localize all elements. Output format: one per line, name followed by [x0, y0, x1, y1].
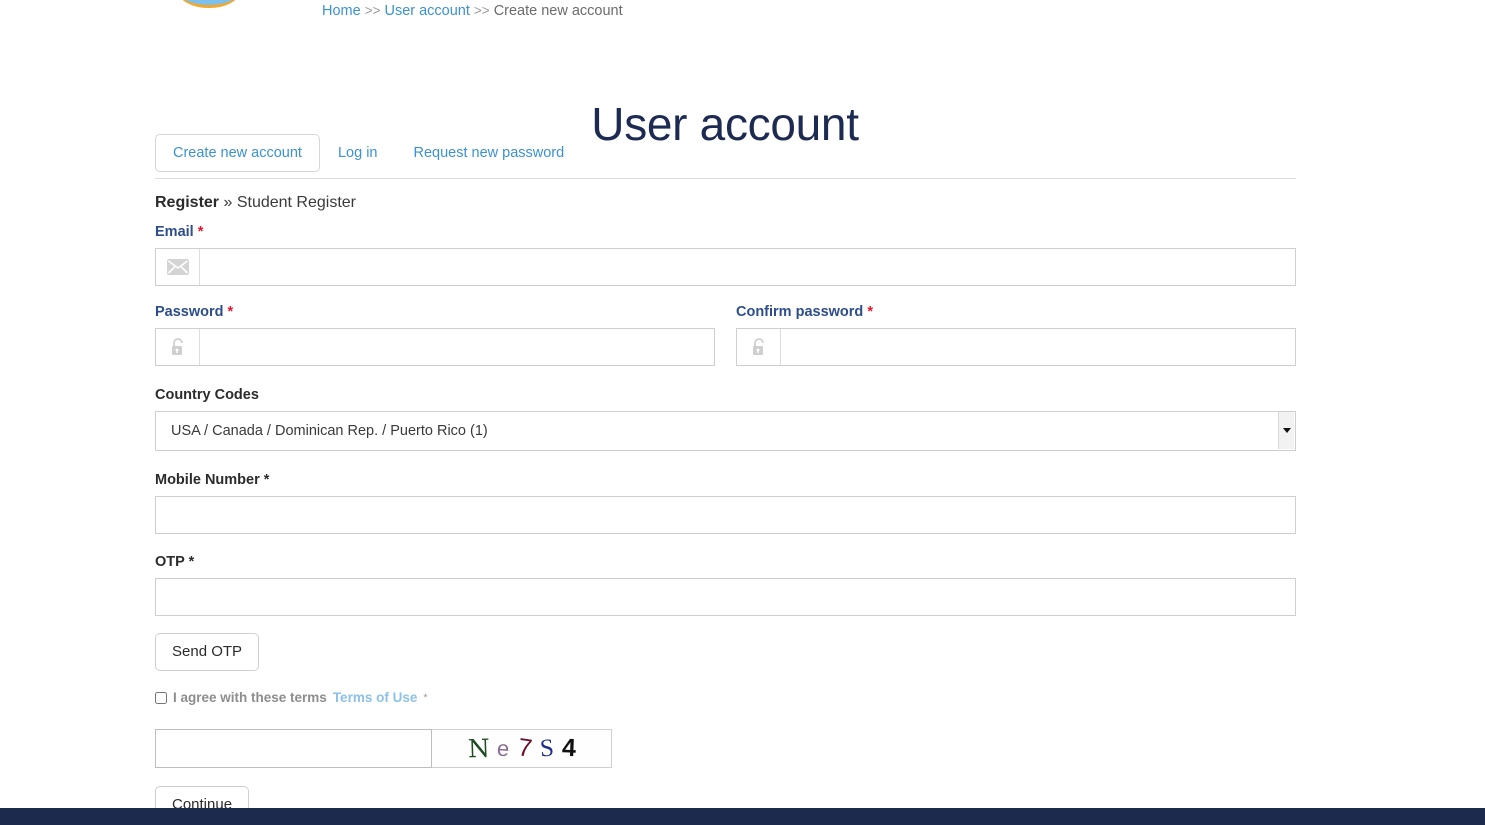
password-label: Password * [155, 302, 715, 322]
country-codes-label: Country Codes [155, 387, 259, 403]
breadcrumb-link-user-account[interactable]: User account [384, 3, 469, 19]
mobile-number-group: Mobile Number * [155, 470, 1296, 534]
site-logo[interactable] [178, 0, 240, 12]
captcha-char-5: 4 [561, 733, 576, 763]
lock-icon [737, 329, 781, 365]
breadcrumb-separator: >> [364, 3, 381, 18]
tab-log-in[interactable]: Log in [320, 134, 396, 172]
tab-create-new-account[interactable]: Create new account [155, 134, 320, 172]
country-codes-group: Country Codes USA / Canada / Dominican R… [155, 385, 1296, 451]
confirm-password-label-text: Confirm password [736, 304, 864, 320]
otp-label: OTP * [155, 554, 195, 570]
mobile-number-input[interactable] [155, 496, 1296, 534]
password-row: Password * Confirm password * [155, 302, 1296, 366]
email-input[interactable] [200, 250, 1295, 284]
password-required-asterisk: * [227, 304, 234, 320]
lock-icon [156, 329, 200, 365]
register-heading-strong: Register [155, 194, 220, 211]
captcha-char-4: S [538, 734, 555, 762]
footer-bar [0, 808, 1485, 825]
send-otp-row: Send OTP [155, 633, 1296, 671]
country-codes-select-wrap[interactable]: USA / Canada / Dominican Rep. / Puerto R… [155, 411, 1296, 451]
tab-request-new-password[interactable]: Request new password [395, 134, 582, 172]
password-label-text: Password [155, 304, 224, 320]
confirm-password-input[interactable] [781, 330, 1295, 364]
breadcrumb-link-home[interactable]: Home [322, 3, 361, 19]
envelope-icon [156, 249, 200, 285]
email-required-asterisk: * [197, 224, 204, 240]
email-input-shell[interactable] [155, 248, 1296, 286]
captcha-char-3: 7 [515, 733, 534, 763]
password-field-group: Password * [155, 302, 715, 366]
terms-row: I agree with these terms Terms of Use * [155, 689, 1296, 707]
confirm-password-input-shell[interactable] [736, 328, 1296, 366]
country-codes-select[interactable]: USA / Canada / Dominican Rep. / Puerto R… [155, 411, 1296, 451]
register-heading: Register » Student Register [155, 192, 1296, 214]
captcha-row: N e 7 S 4 [155, 729, 1296, 768]
confirm-password-label: Confirm password * [736, 302, 1296, 322]
email-label-text: Email [155, 224, 194, 240]
terms-checkbox[interactable] [155, 692, 167, 704]
confirm-password-required-asterisk: * [867, 304, 873, 320]
captcha-image: N e 7 S 4 [432, 729, 612, 768]
password-input-shell[interactable] [155, 328, 715, 366]
logo-ellipse-icon [178, 0, 240, 8]
confirm-password-field-group: Confirm password * [736, 302, 1296, 366]
terms-of-use-link[interactable]: Terms of Use [333, 689, 418, 707]
account-tabs: Create new account Log in Request new pass… [155, 134, 1296, 179]
breadcrumb-separator-2: >> [473, 3, 490, 18]
breadcrumb-current: Create new account [493, 3, 623, 19]
content-column: Create new account Log in Request new pass… [155, 134, 1296, 824]
otp-input[interactable] [155, 578, 1296, 616]
email-field-group: Email * [155, 222, 1296, 286]
mobile-number-label: Mobile Number * [155, 472, 270, 488]
captcha-input[interactable] [155, 729, 432, 768]
otp-group: OTP * [155, 552, 1296, 616]
page-root: Home >> User account >> Create new account U… [0, 0, 1485, 825]
send-otp-button[interactable]: Send OTP [155, 633, 260, 671]
terms-required-asterisk: * [423, 692, 428, 704]
breadcrumb: Home >> User account >> Create new account [322, 2, 623, 20]
password-input[interactable] [200, 330, 714, 364]
email-label: Email * [155, 222, 1296, 242]
captcha-char-2: e [496, 735, 511, 761]
captcha-char-1: N [467, 733, 490, 764]
terms-label: I agree with these terms [173, 690, 327, 705]
register-heading-rest: » Student Register [223, 194, 357, 211]
